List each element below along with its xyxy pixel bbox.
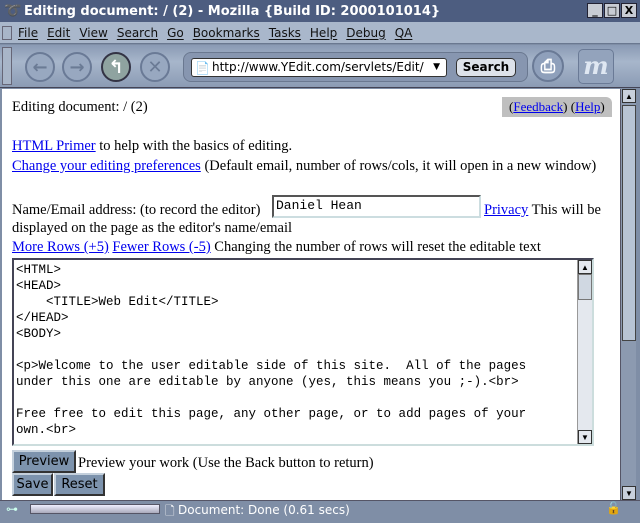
scroll-down-icon[interactable]: ▼ [622, 486, 636, 500]
print-button[interactable]: ⎙ [532, 50, 564, 82]
textarea-scroll-thumb[interactable] [578, 274, 592, 300]
scroll-down-icon[interactable]: ▼ [578, 430, 592, 444]
menu-help[interactable]: Help [310, 26, 337, 40]
back-button[interactable]: ← [25, 52, 55, 82]
mozilla-icon: ➰ [4, 3, 22, 19]
privacy-text: This will be [528, 202, 601, 218]
maximize-button[interactable]: □ [604, 3, 620, 18]
help-link[interactable]: Help [575, 99, 600, 114]
menubar-grip[interactable] [2, 26, 12, 40]
window-title: Editing document: / (2) - Mozilla {Build… [24, 3, 441, 19]
document-icon: 🗋 [165, 504, 175, 518]
menu-go[interactable]: Go [167, 26, 184, 40]
menu-debug[interactable]: Debug [346, 26, 385, 40]
paren: ) ( [563, 99, 576, 114]
preferences-link[interactable]: Change your editing preferences [12, 158, 201, 174]
preview-button[interactable]: Preview [12, 450, 76, 473]
page-scroll-thumb[interactable] [622, 105, 636, 341]
feedback-link[interactable]: Feedback [513, 99, 563, 114]
menu-bar: File Edit View Search Go Bookmarks Tasks… [0, 22, 640, 44]
mozilla-logo[interactable]: m [578, 49, 614, 84]
menu-view[interactable]: View [79, 26, 107, 40]
page-heading: Editing document: / (2) [12, 99, 148, 115]
preview-text: Preview your work (Use the Back button t… [78, 455, 374, 471]
back-icon: ← [32, 56, 48, 78]
editor-textarea[interactable]: <HTML> <HEAD> <TITLE>Web Edit</TITLE> </… [12, 258, 594, 446]
feedback-help-box: (Feedback) (Help) [502, 97, 612, 117]
menu-bookmarks[interactable]: Bookmarks [193, 26, 260, 40]
rows-note: Changing the number of rows will reset t… [210, 239, 541, 255]
forward-icon: → [69, 56, 85, 78]
search-button[interactable]: Search [456, 58, 516, 77]
title-bar: ➰ Editing document: / (2) - Mozilla {Bui… [0, 0, 640, 22]
primer-text: to help with the basics of editing. [95, 138, 293, 154]
close-button[interactable]: X [621, 3, 637, 18]
reset-button[interactable]: Reset [54, 473, 105, 496]
html-primer-link[interactable]: HTML Primer [12, 138, 96, 154]
save-button[interactable]: Save [12, 473, 53, 496]
name-note: displayed on the page as the editor's na… [12, 220, 293, 236]
connection-icon: ⊶ [6, 502, 18, 516]
menu-search[interactable]: Search [117, 26, 158, 40]
reload-button[interactable]: ↰ [101, 52, 131, 82]
status-bar: ⊶ 🗋 Document: Done (0.61 secs) 🔓 [0, 500, 640, 518]
page-content: Editing document: / (2) (Feedback) (Help… [2, 89, 620, 500]
progress-bar [30, 504, 160, 514]
scroll-up-icon[interactable]: ▲ [622, 89, 636, 103]
url-text: http://www.YEdit.com/servlets/Edit/ [212, 60, 424, 74]
lock-icon: 🔓 [606, 501, 621, 515]
more-rows-link[interactable]: More Rows (+5) [12, 239, 109, 255]
preferences-text: (Default email, number of rows/cols, it … [200, 158, 597, 174]
navigation-toolbar: ← → ↰ ✕ 📄 http://www.YEdit.com/servlets/… [0, 45, 640, 88]
editor-text: <HTML> <HEAD> <TITLE>Web Edit</TITLE> </… [16, 263, 527, 437]
menu-qa[interactable]: QA [395, 26, 413, 40]
textarea-scrollbar[interactable]: ▲ ▼ [577, 260, 592, 444]
paren: ) [600, 99, 605, 114]
stop-icon: ✕ [147, 56, 163, 78]
print-icon: ⎙ [540, 55, 556, 77]
privacy-link[interactable]: Privacy [484, 202, 528, 218]
url-dropdown-icon[interactable]: ▼ [433, 59, 440, 76]
page-scrollbar[interactable]: ▲ ▼ [620, 89, 636, 500]
menu-edit[interactable]: Edit [47, 26, 70, 40]
page-icon: 📄 [195, 61, 210, 75]
url-bar-container: 📄 http://www.YEdit.com/servlets/Edit/ ▼ … [183, 52, 528, 82]
reload-icon: ↰ [108, 56, 124, 78]
minimize-button[interactable]: _ [587, 3, 603, 18]
scroll-up-icon[interactable]: ▲ [578, 260, 592, 274]
status-text: Document: Done (0.61 secs) [178, 503, 350, 517]
toolbar-grip[interactable] [2, 47, 12, 85]
forward-button[interactable]: → [62, 52, 92, 82]
fewer-rows-link[interactable]: Fewer Rows (-5) [112, 239, 210, 255]
name-label: Name/Email address: (to record the edito… [12, 202, 261, 218]
name-email-input[interactable]: Daniel Hean [272, 195, 481, 218]
menu-file[interactable]: File [18, 26, 38, 40]
url-input[interactable]: 📄 http://www.YEdit.com/servlets/Edit/ ▼ [191, 58, 447, 77]
menu-tasks[interactable]: Tasks [269, 26, 301, 40]
stop-button[interactable]: ✕ [140, 52, 170, 82]
